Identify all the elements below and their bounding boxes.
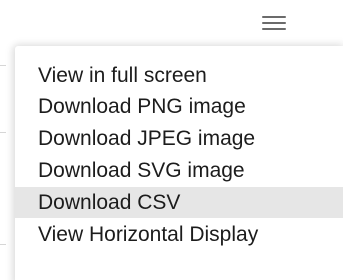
- hamburger-bar: [262, 16, 286, 18]
- background-edge-tick: [0, 132, 6, 133]
- hamburger-bar: [262, 22, 286, 24]
- hamburger-bar: [262, 28, 286, 30]
- menu-item-download-jpeg[interactable]: Download JPEG image: [15, 123, 343, 154]
- menu-item-download-csv[interactable]: Download CSV: [15, 187, 343, 218]
- hamburger-menu-icon[interactable]: [259, 9, 289, 33]
- background-edge-tick: [0, 65, 6, 66]
- background-edge-tick: [0, 244, 6, 245]
- menu-item-view-full-screen[interactable]: View in full screen: [15, 60, 343, 91]
- chart-export-area: View in full screen Download PNG image D…: [0, 0, 343, 280]
- menu-item-download-svg[interactable]: Download SVG image: [15, 155, 343, 186]
- export-context-menu: View in full screen Download PNG image D…: [15, 46, 343, 280]
- menu-item-download-png[interactable]: Download PNG image: [15, 91, 343, 122]
- menu-item-view-horizontal-display[interactable]: View Horizontal Display: [15, 219, 343, 250]
